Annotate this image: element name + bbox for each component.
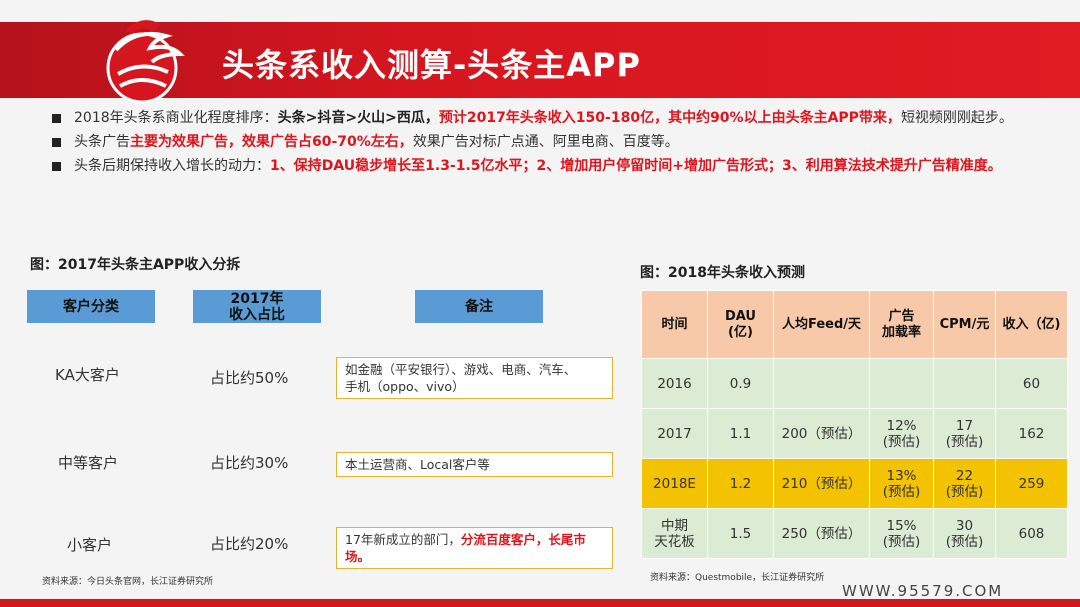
right-source: 资料来源：Questmobile，长江证券研究所 [650,573,825,583]
row3-share: 占比约20% [210,535,289,553]
summary-bullets: 2018年头条系商业化程度排序：头条>抖音>火山>西瓜，预计2017年头条收入1… [50,108,1060,180]
row1-remark: 如金融（平安银行）、游戏、电商、汽车、 手机（oppo、vivo） [336,357,613,399]
page-title: 头条系收入测算-头条主APP [222,46,641,84]
row2-share: 占比约30% [210,454,289,472]
left-source: 资料来源：今日头条官网，长江证券研究所 [42,577,214,587]
bullet-2: 头条广告主要为效果广告，效果广告占60-70%左右，效果广告对标广点通、阿里电商… [50,132,1060,152]
header-category: 客户分类 [27,290,155,323]
website-url[interactable]: WWW.95579.COM [842,582,1003,600]
forecast-table: 时间 DAU (亿) 人均Feed/天 广告 加载率 CPM/元 收入（亿) 201… [641,290,1068,559]
row1-share: 占比约50% [210,369,289,387]
forecast-header-row: 时间 DAU (亿) 人均Feed/天 广告 加载率 CPM/元 收入（亿) [641,290,1068,359]
brand-logo-icon [106,20,185,104]
th-feed: 人均Feed/天 [773,290,870,359]
left-figure-title: 图：2017年头条主APP收入分拆 [30,257,241,273]
table-row: 中期 天花板 1.5 250（预估） 15% (预估) 30 (预估) 608 [641,508,1068,559]
row2-category: 中等客户 [58,454,119,472]
header-share: 2017年 收入占比 [193,290,321,323]
table-row: 2018E 1.2 210（预估） 13% (预估) 22 (预估) 259 [641,458,1068,509]
row2-remark: 本土运营商、Local客户等 [336,452,613,477]
bullet-1: 2018年头条系商业化程度排序：头条>抖音>火山>西瓜，预计2017年头条收入1… [50,108,1060,128]
row1-category: KA大客户 [55,366,120,384]
th-revenue: 收入（亿) [995,290,1068,359]
bullet-3: 头条后期保持收入增长的动力：1、保持DAU稳步增长至1.3-1.5亿水平；2、增… [50,156,1060,176]
bottom-bar [0,599,1080,607]
th-cpm: CPM/元 [933,290,996,359]
header-remark: 备注 [415,290,543,323]
th-time: 时间 [641,290,708,359]
th-dau: DAU (亿) [707,290,774,359]
row3-category: 小客户 [67,536,113,554]
th-ad-load: 广告 加载率 [869,290,934,359]
table-row: 2016 0.9 60 [641,358,1068,409]
row3-remark: 17年新成立的部门，分流百度客户，长尾市场。 [336,527,613,569]
table-row: 2017 1.1 200（预估） 12% (预估) 17 (预估) 162 [641,408,1068,459]
right-figure-title: 图：2018年头条收入预测 [640,265,805,281]
